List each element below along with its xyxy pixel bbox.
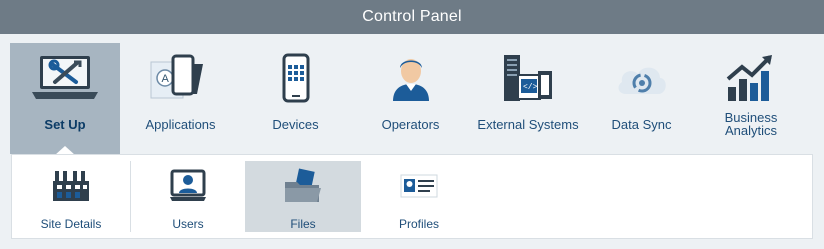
phone-icon <box>282 53 309 103</box>
nav-item-business-analytics[interactable]: Business Analytics <box>696 43 806 154</box>
sub-item-site-details[interactable]: Site Details <box>12 161 130 232</box>
nav-label: Set Up <box>44 117 86 132</box>
folder-file-icon <box>285 168 321 202</box>
top-navigation: Set Up A Applications Devices Operators … <box>0 34 824 154</box>
setup-subpanel: Site Details Users Files Profiles <box>11 154 813 239</box>
applications-icon: A <box>150 54 203 99</box>
laptop-tools-icon <box>32 56 98 99</box>
nav-item-external-systems[interactable]: </> External Systems <box>469 43 587 154</box>
nav-label: Operators <box>381 117 440 132</box>
cloud-sync-icon <box>618 67 666 94</box>
nav-label: Devices <box>272 117 319 132</box>
window-title: Control Panel <box>362 8 462 25</box>
nav-label: Business Analytics <box>724 110 778 138</box>
nav-item-applications[interactable]: A Applications <box>124 43 237 154</box>
sub-item-profiles[interactable]: Profiles <box>361 161 477 232</box>
sub-label: Users <box>172 217 204 231</box>
id-card-icon <box>400 174 438 198</box>
nav-item-data-sync[interactable]: Data Sync <box>589 43 694 154</box>
sub-label: Profiles <box>398 217 439 231</box>
user-monitor-icon <box>170 169 206 201</box>
chart-growth-icon <box>726 55 772 101</box>
nav-label: Applications <box>145 117 216 132</box>
sub-label: Site Details <box>40 217 102 231</box>
operator-icon <box>392 59 429 101</box>
svg-text:A: A <box>161 73 169 85</box>
svg-text:</>: </> <box>523 83 538 92</box>
factory-icon <box>53 171 89 201</box>
window-titlebar: Control Panel <box>0 0 824 34</box>
nav-item-devices[interactable]: Devices <box>239 43 352 154</box>
nav-label: External Systems <box>477 117 579 132</box>
server-icon: </> <box>504 55 552 101</box>
sub-item-files[interactable]: Files <box>245 161 361 232</box>
sub-item-users[interactable]: Users <box>131 161 245 232</box>
sub-label: Files <box>290 217 316 231</box>
nav-item-operators[interactable]: Operators <box>354 43 467 154</box>
nav-item-setup[interactable]: Set Up <box>10 43 120 154</box>
nav-label: Data Sync <box>611 117 672 132</box>
